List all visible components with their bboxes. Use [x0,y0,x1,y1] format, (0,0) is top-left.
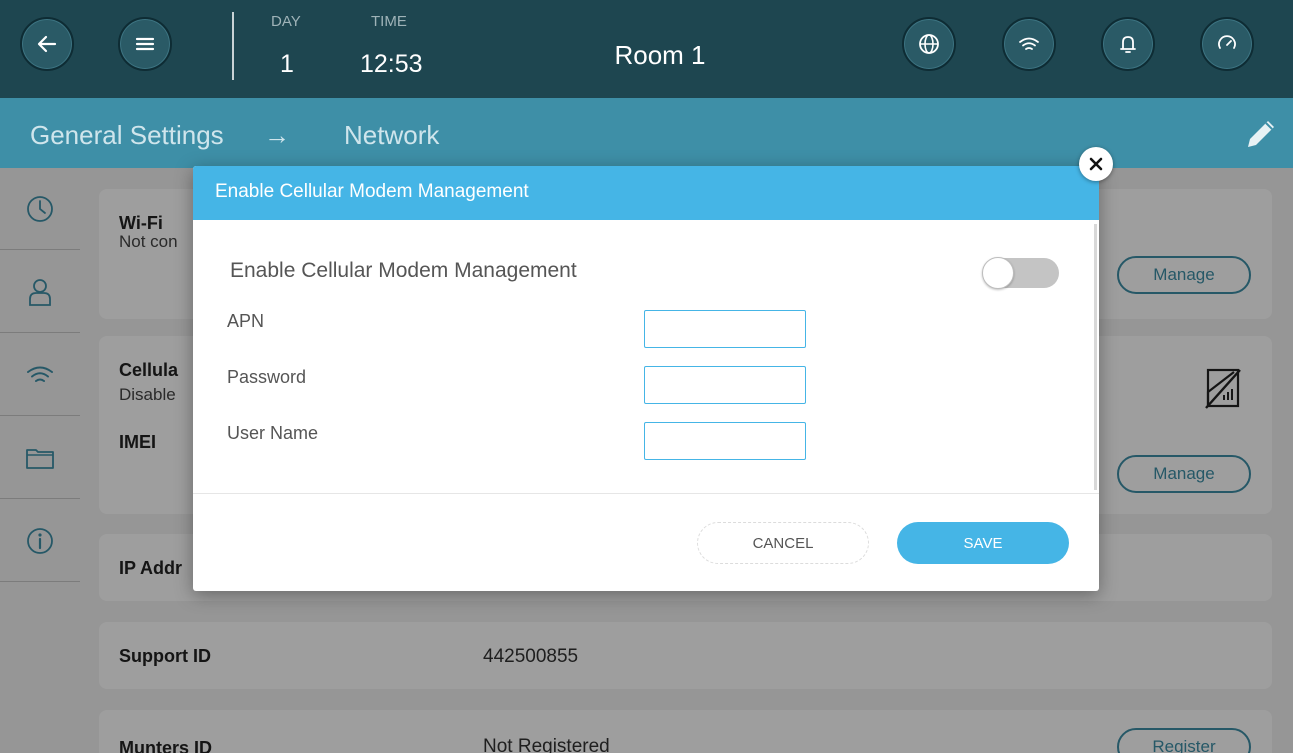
apn-input[interactable] [644,310,806,348]
username-input[interactable] [644,422,806,460]
dashboard-button[interactable] [1200,17,1254,71]
dialog-header: Enable Cellular Modem Management [193,166,1099,220]
enable-modem-label: Enable Cellular Modem Management [230,259,577,282]
close-icon [1089,157,1103,171]
wifi-status-button[interactable] [1002,17,1056,71]
cellular-modem-dialog: Enable Cellular Modem Management Enable … [193,166,1099,591]
time-label: TIME [371,13,407,30]
breadcrumb-separator: → [264,120,290,150]
password-label: Password [227,367,307,387]
menu-icon [135,37,155,51]
toggle-knob [982,257,1014,289]
dialog-scrollbar[interactable] [1094,224,1097,490]
notifications-button[interactable] [1101,17,1155,71]
top-bar: DAY 1 TIME 12:53 Room 1 [0,0,1293,98]
time-value: 12:53 [360,50,423,78]
gauge-icon [1218,35,1236,49]
cancel-button[interactable]: CANCEL [697,522,869,564]
edit-pencil-icon[interactable] [1240,113,1282,155]
close-dialog-button[interactable] [1079,147,1113,181]
apn-label: APN [227,311,265,331]
save-button[interactable]: SAVE [897,522,1069,564]
language-button[interactable] [902,17,956,71]
back-button[interactable] [20,17,74,71]
back-arrow-icon [37,35,57,53]
day-value: 1 [280,50,294,78]
globe-icon [919,34,939,54]
password-input[interactable] [644,366,806,404]
menu-button[interactable] [118,17,172,71]
breadcrumb-parent[interactable]: General Settings [30,120,224,151]
dialog-footer-divider [193,493,1099,494]
dialog-title: Enable Cellular Modem Management [215,181,529,202]
breadcrumb-current: Network [344,120,440,150]
username-label: User Name [227,423,319,443]
header-divider [232,12,234,80]
wifi-icon [1019,37,1039,50]
room-title: Room 1 [614,40,706,70]
bell-icon [1120,36,1136,53]
day-label: DAY [271,13,301,30]
enable-modem-toggle[interactable] [982,257,1059,289]
